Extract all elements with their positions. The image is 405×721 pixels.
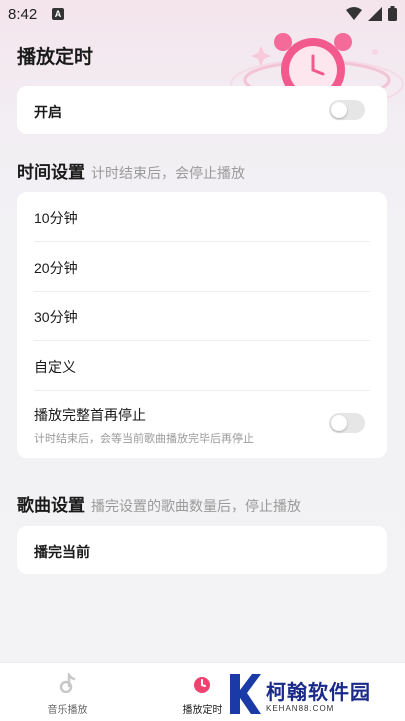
page-title: 播放定时: [17, 47, 94, 68]
enable-toggle[interactable]: [329, 100, 365, 120]
watermark-sub: KEHAN88.COM: [266, 704, 335, 713]
song-section-heading: 歌曲设置: [17, 496, 85, 515]
watermark-logo: 柯翰软件园 KEHAN88.COM: [222, 668, 405, 720]
song-section-subtitle: 播完设置的歌曲数量后，停止播放: [91, 498, 301, 514]
timer-icon: [194, 677, 210, 693]
k-logo-icon: [230, 674, 261, 714]
time-options-card: 10分钟 20分钟 30分钟 自定义 播放完整首再停止 计时结束后，会等当前歌曲…: [17, 192, 387, 458]
song-option-current[interactable]: 播完当前: [17, 526, 387, 574]
song-option-label: 播完当前: [34, 544, 90, 560]
tab-label: 音乐播放: [47, 705, 88, 716]
time-option-10min[interactable]: 10分钟: [17, 192, 387, 241]
time-option-30min[interactable]: 30分钟: [17, 292, 387, 341]
time-section-subtitle: 计时结束后，会停止播放: [91, 165, 245, 181]
watermark-text: 柯翰软件园: [266, 682, 371, 704]
notification-app-icon: A: [52, 8, 64, 20]
finish-song-toggle[interactable]: [329, 413, 365, 433]
status-time: 8:42: [8, 6, 38, 23]
status-icons: [346, 6, 397, 21]
time-section-heading: 时间设置: [17, 163, 85, 182]
finish-song-row: 播放完整首再停止 计时结束后，会等当前歌曲播放完毕后再停止: [17, 391, 387, 457]
tab-music-play[interactable]: 音乐播放: [0, 663, 135, 721]
wifi-icon: [346, 6, 362, 20]
time-option-20min[interactable]: 20分钟: [17, 242, 387, 291]
music-note-icon: [59, 673, 76, 693]
time-section-title: 时间设置 计时结束后，会停止播放: [17, 158, 245, 183]
time-option-label: 20分钟: [34, 260, 78, 276]
song-options-card: 播完当前: [17, 526, 387, 574]
finish-song-label: 播放完整首再停止: [34, 407, 146, 423]
battery-icon: [388, 6, 397, 21]
time-option-label: 10分钟: [34, 210, 78, 226]
song-section-title: 歌曲设置 播完设置的歌曲数量后，停止播放: [17, 491, 301, 516]
time-option-custom[interactable]: 自定义: [17, 341, 387, 390]
signal-icon: [368, 6, 382, 21]
enable-card: 开启: [17, 86, 387, 134]
finish-song-description: 计时结束后，会等当前歌曲播放完毕后再停止: [34, 433, 254, 445]
time-option-label: 30分钟: [34, 309, 78, 325]
time-option-label: 自定义: [34, 359, 76, 375]
enable-label: 开启: [34, 104, 62, 120]
